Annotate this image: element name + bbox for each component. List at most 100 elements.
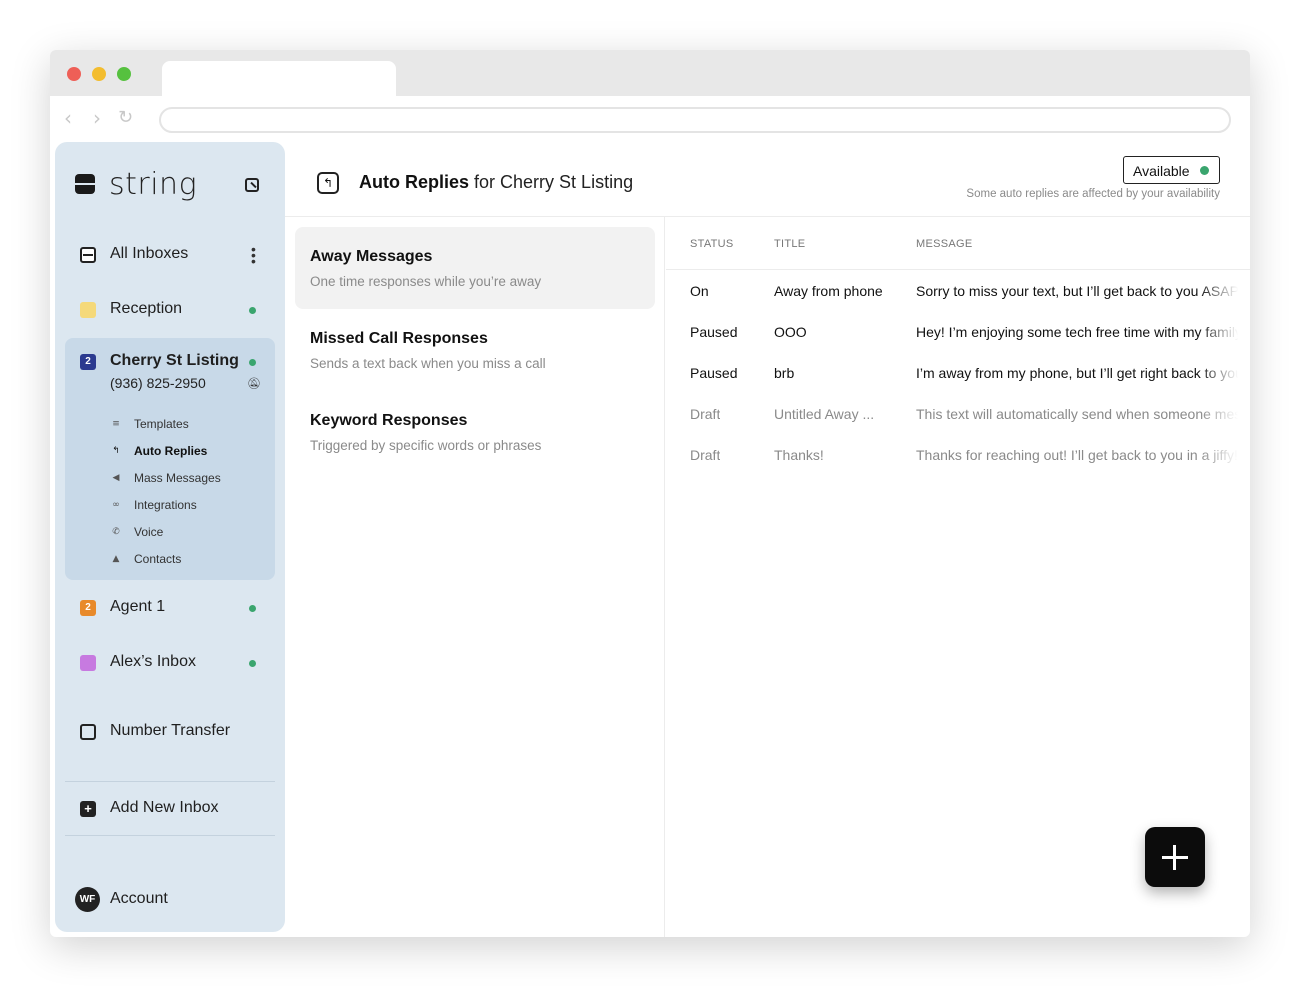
online-status-dot [249, 605, 256, 612]
row-title: Untitled Away ... [774, 406, 875, 422]
row-title: Thanks! [774, 447, 824, 463]
browser-window: ‹ › ↻ string All Inboxes • • • Reception 2… [50, 50, 1250, 937]
online-status-dot [249, 307, 256, 314]
online-status-dot [249, 660, 256, 667]
row-status: Paused [690, 365, 738, 381]
page-title-bold: Auto Replies [359, 172, 470, 192]
cherry-st-listing-header[interactable]: 2 Cherry St Listing (936) 825-2950 🔕︎ [65, 344, 275, 394]
row-message: I’m away from my phone, but I’ll get rig… [916, 365, 1238, 381]
brand-logo: string [75, 166, 197, 202]
forward-arrow-icon[interactable]: › [93, 108, 101, 128]
row-status: Draft [690, 406, 721, 422]
subitem-label: Mass Messages [134, 471, 221, 485]
sidebar-divider [65, 835, 275, 836]
table-row[interactable]: Paused OOO Hey! I’m enjoying some tech f… [666, 324, 1250, 365]
megaphone-icon: ◀ [112, 473, 120, 483]
minimize-window-button[interactable] [92, 67, 106, 81]
sidebar-item-label: Agent 1 [110, 598, 166, 615]
row-title: brb [774, 365, 795, 381]
sidebar-item-all-inboxes[interactable]: All Inboxes • • • [55, 235, 285, 275]
string-logo-icon [75, 174, 95, 194]
muted-bell-icon[interactable]: 🔕︎ [247, 377, 261, 390]
sidebar-item-cherry-st-listing: 2 Cherry St Listing (936) 825-2950 🔕︎ ≡ … [65, 338, 275, 580]
inbox-color-icon [80, 302, 96, 318]
row-status: Paused [690, 324, 738, 340]
table-header-divider [666, 269, 1250, 270]
add-inbox-icon: + [80, 801, 96, 817]
link-icon: ∞ [112, 500, 120, 510]
maximize-window-button[interactable] [117, 67, 131, 81]
column-header-message[interactable]: MESSAGE [916, 238, 973, 250]
category-subtitle: Sends a text back when you miss a call [310, 356, 546, 371]
url-bar[interactable] [159, 107, 1231, 133]
avatar: WF [75, 887, 100, 912]
row-message: Sorry to miss your text, but I’ll get ba… [916, 283, 1238, 299]
subitem-label: Voice [134, 525, 164, 539]
brand-name: string [109, 166, 198, 202]
list-icon: ≡ [112, 419, 120, 429]
sidebar-subitem-integrations[interactable]: ∞ Integrations [110, 495, 196, 515]
compose-icon[interactable] [245, 178, 259, 192]
subitem-label: Auto Replies [134, 444, 208, 458]
page-title: Auto Replies for Cherry St Listing [359, 172, 633, 193]
column-header-title[interactable]: TITLE [774, 238, 805, 250]
availability-button[interactable]: Available [1123, 156, 1220, 184]
back-arrow-icon[interactable]: ‹ [64, 108, 72, 128]
sidebar-item-label: Number Transfer [110, 722, 231, 739]
close-window-button[interactable] [67, 67, 81, 81]
auto-reply-icon: ↰ [317, 172, 339, 194]
category-title: Away Messages [310, 248, 433, 265]
availability-note: Some auto replies are affected by your a… [966, 188, 1220, 200]
category-subtitle: Triggered by specific words or phrases [310, 438, 542, 453]
reload-icon[interactable]: ↻ [118, 108, 133, 128]
sidebar-item-number-transfer[interactable]: Number Transfer [55, 712, 285, 752]
row-status: Draft [690, 447, 721, 463]
row-message: Thanks for reaching out! I’ll get back t… [916, 447, 1238, 463]
browser-navbar: ‹ › ↻ [50, 96, 1250, 142]
category-title: Missed Call Responses [310, 330, 488, 347]
row-message: Hey! I’m enjoying some tech free time wi… [916, 324, 1238, 340]
sidebar-item-label: All Inboxes [110, 245, 189, 262]
sidebar-item-label: Add New Inbox [110, 799, 219, 816]
category-title: Keyword Responses [310, 412, 468, 429]
more-options-icon[interactable]: • • • [251, 242, 256, 268]
row-message: This text will automatically send when s… [916, 406, 1238, 422]
sidebar-item-alexs-inbox[interactable]: Alex’s Inbox [55, 643, 285, 683]
sidebar-item-label: Reception [110, 300, 183, 317]
sidebar-item-account[interactable]: WF Account [55, 880, 285, 920]
sidebar-divider [65, 781, 275, 782]
person-icon: ▲ [112, 554, 120, 564]
subitem-label: Templates [134, 417, 189, 431]
sidebar-subitem-templates[interactable]: ≡ Templates [110, 414, 189, 434]
browser-tab[interactable] [162, 61, 396, 96]
category-away-messages[interactable]: Away Messages One time responses while y… [295, 227, 655, 309]
sidebar-item-label: Cherry St Listing [110, 352, 239, 369]
sidebar: string All Inboxes • • • Reception 2 Cherr… [55, 142, 285, 932]
availability-label: Available [1133, 163, 1190, 179]
sidebar-item-label: Account [110, 890, 168, 907]
sidebar-subitem-mass-messages[interactable]: ◀ Mass Messages [110, 468, 221, 488]
sidebar-subitem-voice[interactable]: ✆ Voice [110, 522, 163, 542]
table-row[interactable]: Draft Untitled Away ... This text will a… [666, 406, 1250, 447]
subitem-label: Contacts [134, 552, 182, 566]
row-title: Away from phone [774, 283, 883, 299]
column-header-status[interactable]: STATUS [690, 238, 734, 250]
auto-reply-categories: Away Messages One time responses while y… [285, 217, 665, 937]
category-missed-call-responses[interactable]: Missed Call Responses Sends a text back … [295, 309, 655, 391]
reply-icon: ↰ [112, 446, 120, 456]
category-keyword-responses[interactable]: Keyword Responses Triggered by specific … [295, 391, 655, 473]
sidebar-subitem-auto-replies[interactable]: ↰ Auto Replies [110, 441, 207, 461]
unread-count-badge: 2 [80, 354, 96, 370]
row-status: On [690, 283, 709, 299]
sidebar-item-reception[interactable]: Reception [55, 290, 285, 330]
add-new-inbox-button[interactable]: + Add New Inbox [55, 789, 285, 829]
table-row[interactable]: On Away from phone Sorry to miss your te… [666, 283, 1250, 324]
inbox-color-icon [80, 655, 96, 671]
add-auto-reply-button[interactable] [1145, 827, 1205, 887]
inbox-phone-number: (936) 825-2950 [110, 375, 206, 391]
phone-icon: ✆ [112, 527, 120, 537]
table-row[interactable]: Paused brb I’m away from my phone, but I… [666, 365, 1250, 406]
sidebar-item-agent-1[interactable]: 2 Agent 1 [55, 588, 285, 628]
sidebar-subitem-contacts[interactable]: ▲ Contacts [110, 549, 182, 569]
table-row[interactable]: Draft Thanks! Thanks for reaching out! I… [666, 447, 1250, 488]
